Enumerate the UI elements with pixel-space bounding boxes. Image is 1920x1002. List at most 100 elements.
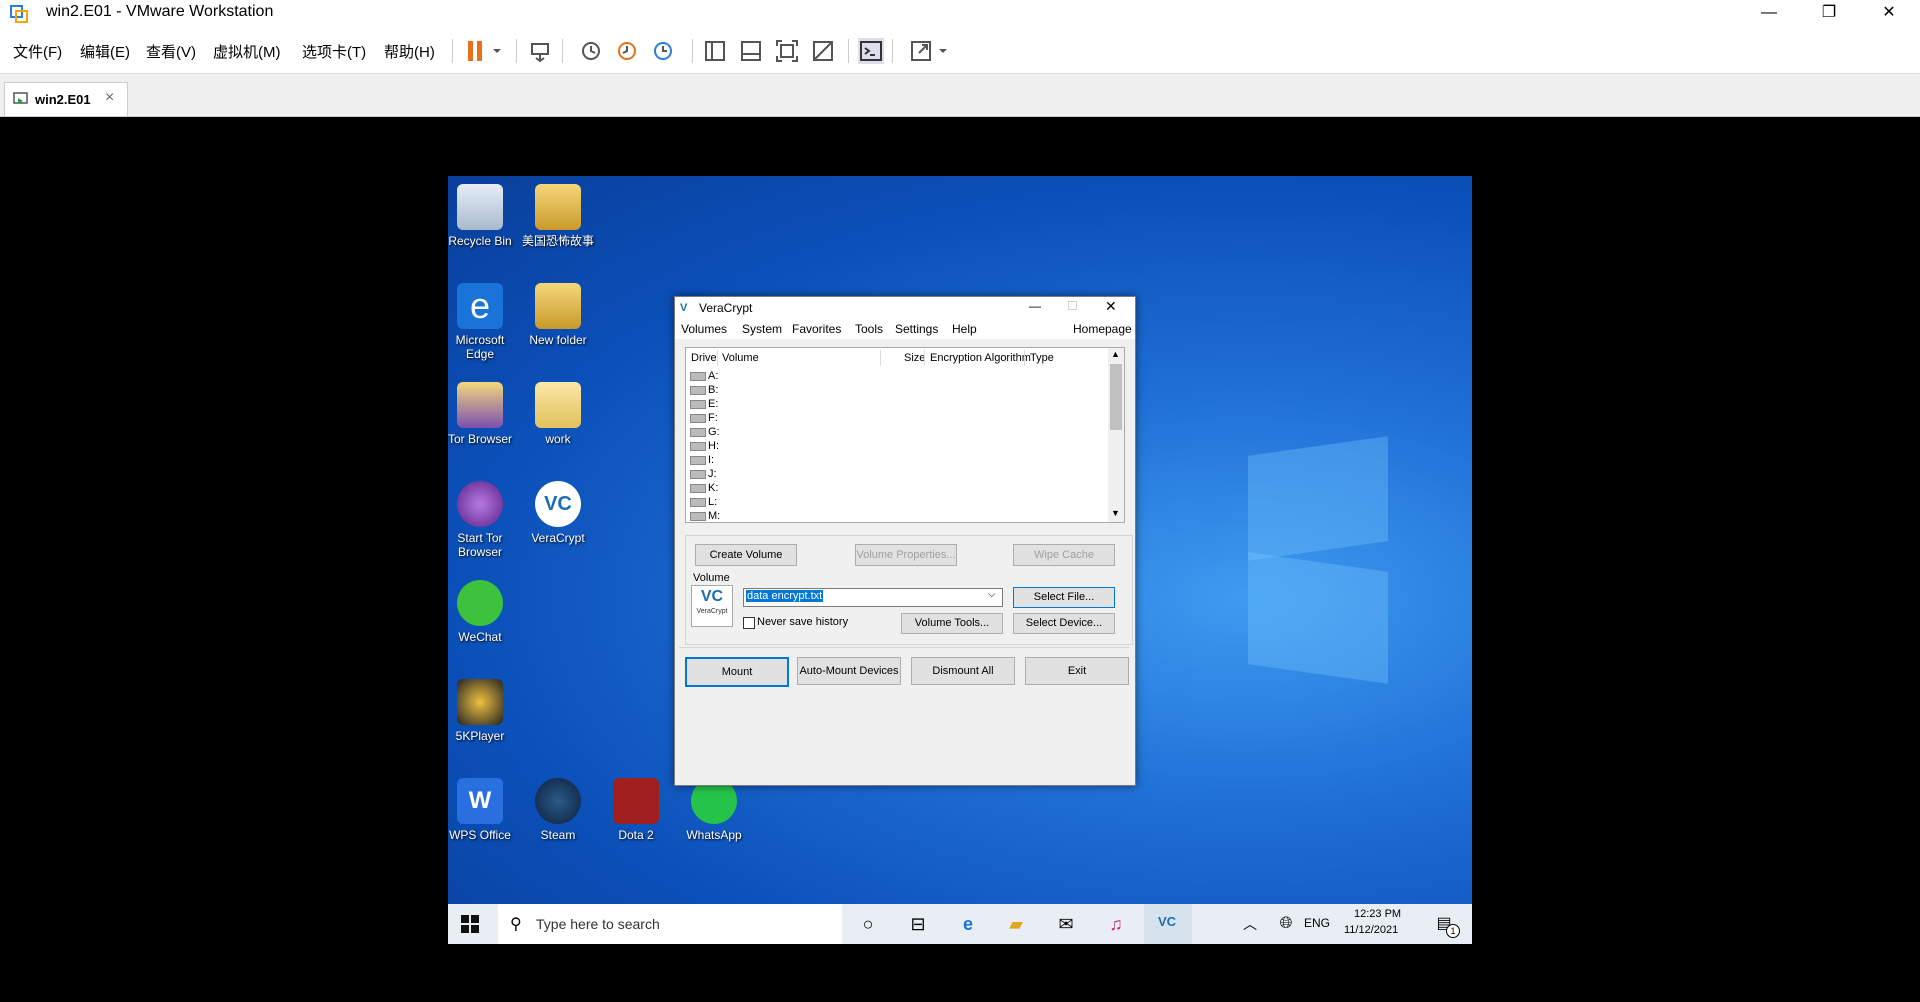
chevron-down-icon[interactable] (490, 38, 504, 64)
drive-row[interactable]: G: (690, 426, 720, 438)
desktop-icon-wechat[interactable]: WeChat (448, 580, 520, 644)
close-icon[interactable]: × (105, 89, 114, 107)
scrollbar-thumb[interactable] (1110, 364, 1122, 430)
chevron-down-icon[interactable] (936, 38, 950, 64)
thumbnail-bar-icon[interactable] (738, 38, 764, 64)
scroll-up-icon[interactable]: ▲ (1111, 349, 1120, 359)
chevron-up-icon[interactable]: ︿ (1238, 912, 1262, 936)
menu-edit[interactable]: 编辑(E) (80, 41, 130, 62)
icon-label: Steam (540, 828, 576, 842)
vm-icon (13, 91, 29, 107)
fit-guest-icon[interactable] (774, 38, 800, 64)
minimize-button[interactable]: — (1029, 299, 1041, 313)
menu-favorites[interactable]: Favorites (792, 322, 841, 336)
drive-row[interactable]: I: (690, 454, 714, 466)
column-volume[interactable]: Volume (722, 352, 759, 364)
menu-volumes[interactable]: Volumes (681, 322, 727, 336)
desktop-icon-tor-browser[interactable]: Tor Browser (448, 382, 520, 446)
restore-button[interactable]: ❐ (1806, 0, 1852, 29)
start-button[interactable] (460, 914, 480, 934)
close-button[interactable]: ✕ (1866, 0, 1912, 29)
snapshot-icon[interactable] (578, 38, 604, 64)
desktop-icon-new-folder[interactable]: New folder (518, 283, 598, 347)
desktop-icon-5kplayer[interactable]: 5KPlayer (448, 679, 520, 743)
menu-settings[interactable]: Settings (895, 322, 938, 336)
drive-row[interactable]: E: (690, 398, 718, 410)
icon-label: 5KPlayer (455, 729, 505, 743)
menu-vm[interactable]: 虚拟机(M) (213, 41, 281, 62)
drive-row[interactable]: L: (690, 496, 717, 508)
desktop-icon-start-tor[interactable]: Start Tor Browser (448, 481, 520, 559)
clock-date[interactable]: 11/12/2021 (1344, 924, 1398, 936)
drive-row[interactable]: K: (690, 482, 718, 494)
volume-path-combo[interactable]: data encrypt.txt ⌵ (743, 588, 1003, 607)
scroll-down-icon[interactable]: ▼ (1111, 508, 1120, 518)
guest-screen[interactable]: Recycle Bin 美国恐怖故事 e Microsoft Edge New … (448, 176, 1472, 944)
drive-letter: L: (708, 496, 718, 508)
taskbar-search-box[interactable]: ⚲ Type here to search (498, 904, 842, 944)
exit-button[interactable]: Exit (1025, 657, 1129, 685)
never-save-history-checkbox[interactable] (743, 617, 755, 629)
mail-icon[interactable]: ✉ (1054, 912, 1078, 936)
dismount-all-button[interactable]: Dismount All (911, 657, 1015, 685)
task-view-circle-icon[interactable]: ○ (856, 912, 880, 936)
desktop-icon-edge[interactable]: e Microsoft Edge (448, 283, 520, 361)
file-explorer-icon[interactable]: ▰ (1004, 912, 1028, 936)
close-button[interactable]: ✕ (1105, 298, 1117, 315)
menu-help[interactable]: 帮助(H) (384, 41, 435, 62)
desktop-icon-recycle-bin[interactable]: Recycle Bin (448, 184, 520, 248)
send-ctrl-alt-del-icon[interactable] (528, 38, 554, 64)
volume-tools-button[interactable]: Volume Tools... (901, 613, 1003, 634)
desktop-icon-veracrypt[interactable]: VC VeraCrypt (518, 481, 598, 545)
minimize-button[interactable]: — (1746, 0, 1792, 29)
edge-taskbar-icon[interactable]: e (956, 912, 980, 936)
drive-row[interactable]: H: (690, 440, 719, 452)
unity-icon[interactable] (810, 38, 836, 64)
desktop-icon-dota2[interactable]: Dota 2 (596, 778, 676, 842)
itunes-icon[interactable]: ♫ (1104, 912, 1128, 936)
menu-view[interactable]: 查看(V) (146, 41, 196, 62)
clock-time[interactable]: 12:23 PM (1354, 908, 1401, 920)
veracrypt-taskbar-item[interactable]: VC (1144, 904, 1192, 944)
desktop-icon-work[interactable]: work (518, 382, 598, 446)
desktop-icon-wps[interactable]: W WPS Office (448, 778, 520, 842)
drive-row[interactable]: B: (690, 384, 718, 396)
drive-row[interactable]: A: (690, 370, 718, 382)
desktop-icon-steam[interactable]: Steam (518, 778, 598, 842)
column-type[interactable]: Type (1030, 352, 1054, 364)
column-size[interactable]: Size (904, 352, 925, 364)
network-globe-icon[interactable]: 🌐︎ (1274, 912, 1298, 936)
tab-win2[interactable]: win2.E01 × (4, 82, 128, 116)
chevron-down-icon[interactable]: ⌵ (988, 589, 996, 600)
console-view-icon[interactable] (858, 38, 884, 64)
snapshot-manager-icon[interactable] (650, 38, 676, 64)
auto-mount-devices-button[interactable]: Auto-Mount Devices (797, 657, 901, 685)
menu-tabs[interactable]: 选项卡(T) (302, 41, 366, 62)
menu-system[interactable]: System (742, 322, 782, 336)
desktop-icon-folder-1[interactable]: 美国恐怖故事 (518, 184, 598, 248)
drive-list-scrollbar[interactable]: ▲ ▼ (1108, 348, 1124, 522)
select-device-button[interactable]: Select Device... (1013, 613, 1115, 634)
sidebar-toggle-icon[interactable] (702, 38, 728, 64)
menu-tools[interactable]: Tools (855, 322, 883, 336)
full-screen-icon[interactable] (908, 38, 934, 64)
maximize-button[interactable]: ☐ (1067, 299, 1078, 313)
pause-icon[interactable] (464, 38, 490, 64)
wps-icon: W (457, 778, 503, 824)
drive-row[interactable]: M: (690, 510, 720, 522)
menu-help[interactable]: Help (952, 322, 977, 336)
column-drive[interactable]: Drive (691, 352, 717, 364)
homepage-link[interactable]: Homepage (1073, 322, 1132, 336)
desktop-icon-whatsapp[interactable]: WhatsApp (674, 778, 754, 842)
drive-row[interactable]: J: (690, 468, 717, 480)
column-divider (717, 350, 718, 366)
revert-snapshot-icon[interactable] (614, 38, 640, 64)
mount-button[interactable]: Mount (685, 657, 789, 687)
task-view-icon[interactable]: ⊟ (906, 912, 930, 936)
column-encryption[interactable]: Encryption Algorithm (930, 352, 1031, 364)
input-language[interactable]: ENG (1304, 916, 1330, 930)
select-file-button[interactable]: Select File... (1013, 587, 1115, 608)
drive-row[interactable]: F: (690, 412, 718, 424)
drive-list[interactable]: Drive Volume Size Encryption Algorithm T… (685, 347, 1125, 523)
menu-file[interactable]: 文件(F) (13, 41, 62, 62)
